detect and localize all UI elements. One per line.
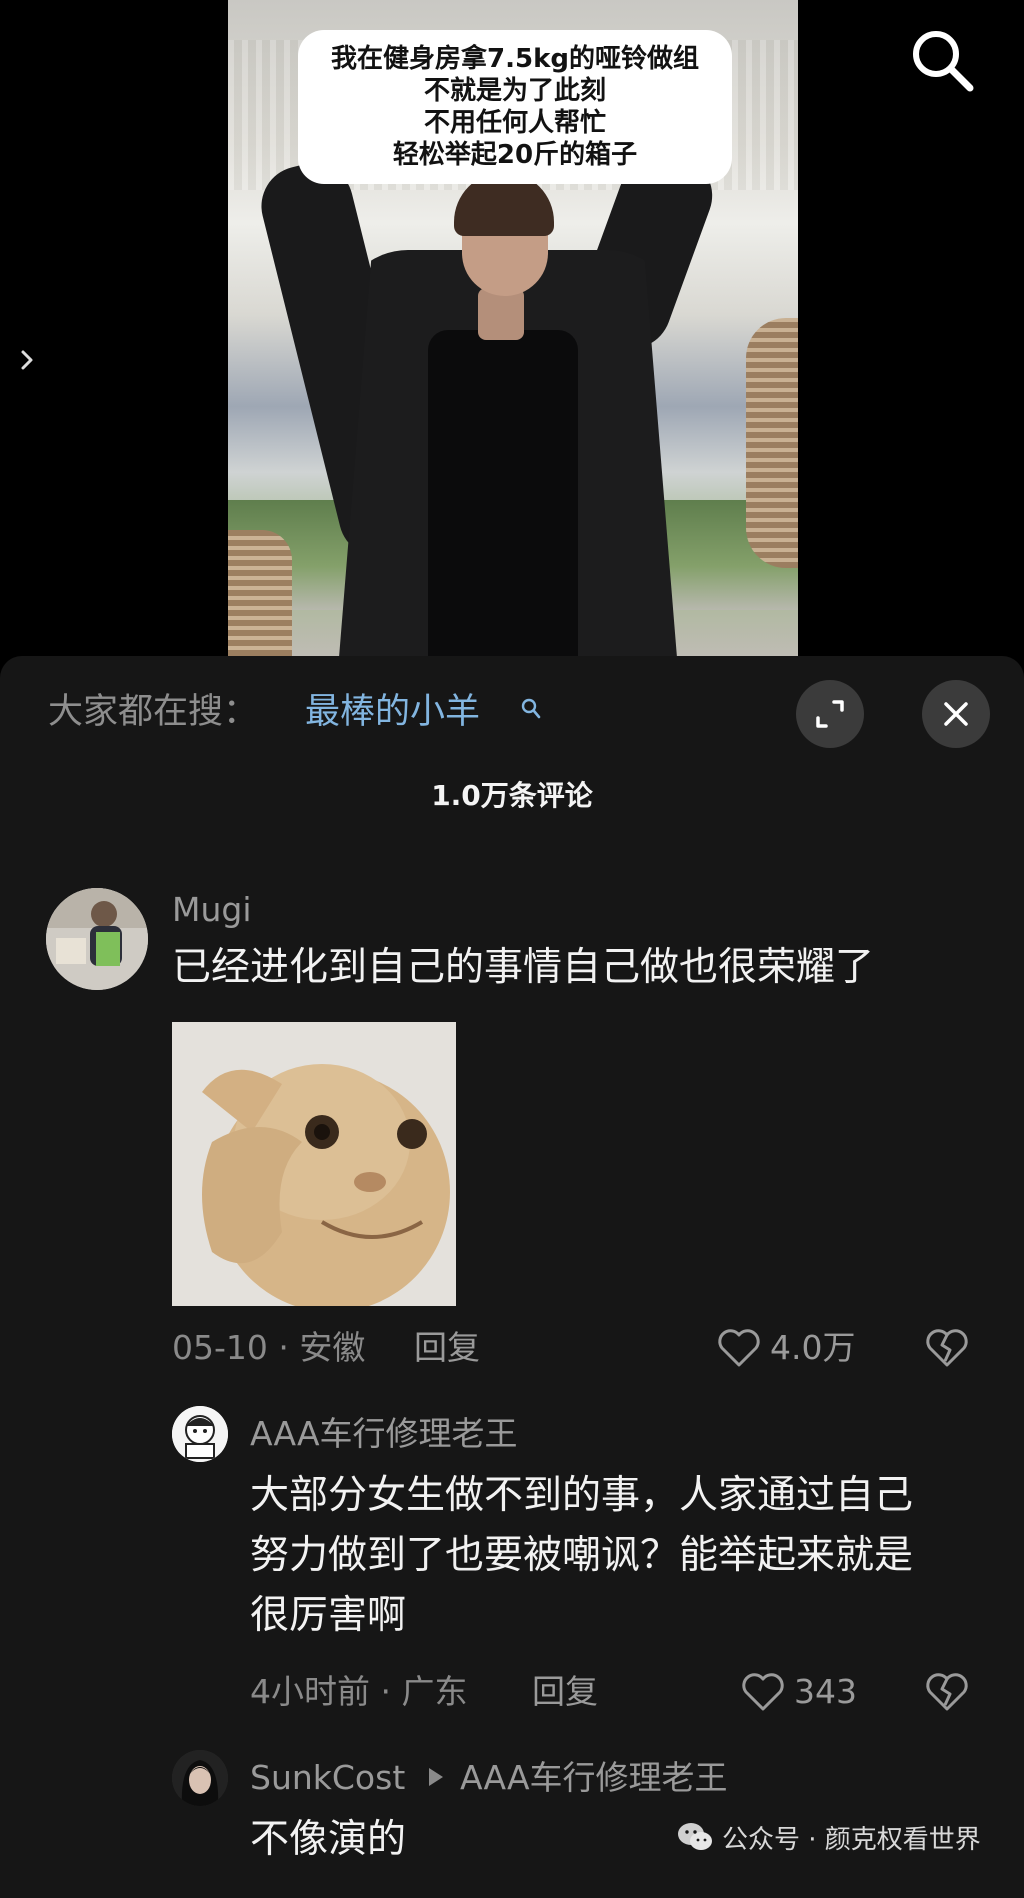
comment-count: 1.0万条评论 [431, 779, 593, 812]
reply-button[interactable]: 回复 [532, 1670, 598, 1714]
avatar-image [46, 888, 148, 990]
video-player[interactable]: 我在健身房拿7.5kg的哑铃做组 不就是为了此刻 不用任何人帮忙 轻松举起20斤… [0, 0, 1024, 656]
wechat-icon [678, 1823, 712, 1850]
chevron-right-button[interactable] [10, 340, 44, 380]
avatar-image [172, 1406, 228, 1462]
comment-text-line: 很厉害啊 [250, 1593, 407, 1638]
trending-label: 大家都在搜： [48, 692, 259, 732]
comment-username[interactable]: SunkCost [250, 1756, 405, 1800]
app-screen: 我在健身房拿7.5kg的哑铃做组 不就是为了此刻 不用任何人帮忙 轻松举起20斤… [0, 0, 1024, 1898]
caption-line: 我在健身房拿7.5kg的哑铃做组 [331, 44, 699, 74]
watermark: 公众号 · 颜克权看世界 [676, 1814, 981, 1860]
expand-button[interactable] [796, 680, 864, 748]
caption-line: 轻松举起20斤的箱子 [392, 140, 638, 170]
watermark-text: 公众号 · 颜克权看世界 [722, 1824, 981, 1855]
broken-heart-icon [926, 1329, 968, 1367]
reply-to-username[interactable]: AAA车行修理老王 [460, 1756, 728, 1800]
chevron-right-icon [21, 350, 33, 370]
avatar[interactable] [172, 1750, 228, 1806]
like-count: 4.0万 [770, 1328, 856, 1367]
reply-arrow-icon [429, 1768, 443, 1786]
like-count: 343 [794, 1672, 857, 1711]
dislike-button[interactable] [924, 1325, 970, 1371]
comment-text: 不像演的 [250, 1817, 407, 1862]
close-button[interactable] [922, 680, 990, 748]
video-caption: 我在健身房拿7.5kg的哑铃做组 不就是为了此刻 不用任何人帮忙 轻松举起20斤… [298, 30, 732, 184]
close-icon [944, 702, 968, 726]
comments-panel: 大家都在搜： 最棒的小羊 1.0万条评论 Mugi 已经进化到自己的事情自己做也… [0, 656, 1024, 1898]
comment-text-line: 大部分女生做不到的事，人家通过自己 [250, 1473, 914, 1518]
avatar[interactable] [172, 1406, 228, 1462]
avatar[interactable] [46, 888, 148, 990]
train-seat-right [746, 318, 798, 568]
heart-icon [718, 1329, 760, 1367]
avatar-image [172, 1750, 228, 1806]
expand-icon [816, 700, 844, 728]
comment-username[interactable]: AAA车行修理老王 [250, 1412, 518, 1456]
broken-heart-icon [926, 1673, 968, 1711]
reply-button[interactable]: 回复 [414, 1326, 480, 1370]
comment-date-location: 05-10 · 安徽 [172, 1328, 366, 1367]
search-icon [913, 31, 974, 92]
search-button[interactable] [904, 22, 978, 96]
person-dress [428, 330, 578, 656]
caption-line: 不就是为了此刻 [423, 76, 606, 106]
comment-date-location: 4小时前 · 广东 [250, 1672, 468, 1711]
like-button[interactable]: 4.0万 [716, 1323, 855, 1373]
heart-icon [742, 1673, 784, 1711]
comment-text-line: 努力做到了也要被嘲讽？能举起来就是 [250, 1533, 914, 1578]
caption-line: 不用任何人帮忙 [423, 108, 606, 138]
cat-sticker-drawing [172, 1022, 456, 1306]
search-icon [521, 698, 541, 719]
trending-query-link[interactable]: 最棒的小羊 [305, 688, 480, 736]
like-button[interactable]: 343 [740, 1667, 857, 1717]
cat-sticker-image[interactable] [172, 1022, 456, 1306]
comment-text: 已经进化到自己的事情自己做也很荣耀了 [172, 945, 875, 990]
train-seat-left [228, 530, 292, 656]
comment-username[interactable]: Mugi [172, 888, 252, 932]
dislike-button[interactable] [924, 1669, 970, 1715]
